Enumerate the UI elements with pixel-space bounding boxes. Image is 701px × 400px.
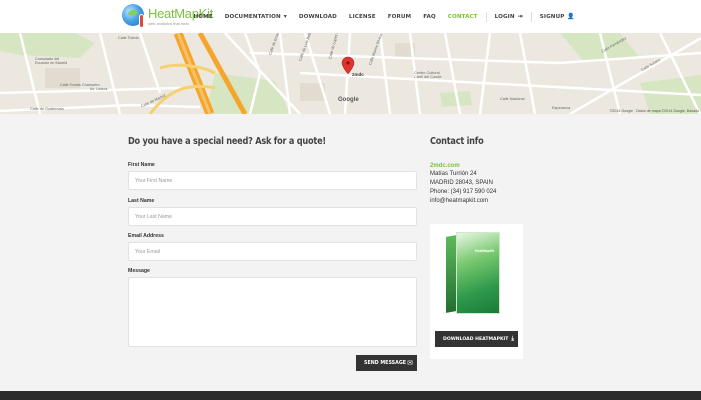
last-name-label: Last Name (128, 198, 155, 204)
email-field[interactable] (128, 242, 417, 261)
nav-license[interactable]: LICENSE (343, 0, 382, 33)
box-front: HeatMapKit (456, 232, 500, 314)
site-header: HeatMapKit web analytics that heat HOME … (0, 0, 701, 33)
site-footer (0, 391, 701, 400)
address-line-2: MADRID 28043, SPAIN (430, 180, 493, 186)
address-line-1: Matías Turrión 24 (430, 171, 477, 177)
nav-forum[interactable]: FORUM (382, 0, 418, 33)
contact-email[interactable]: info@heatmapkit.com (430, 198, 488, 204)
logo-tagline: web analytics that heat (148, 21, 189, 26)
nav-contact[interactable]: CONTACT (442, 0, 484, 33)
last-name-field[interactable] (128, 207, 417, 226)
envelope-icon: ✉ (407, 359, 413, 367)
main-nav: HOME DOCUMENTATION ▾ DOWNLOAD LICENSE FO… (188, 0, 581, 33)
contact-info-title: Contact info (430, 136, 484, 147)
nav-home[interactable]: HOME (188, 0, 219, 33)
nav-login[interactable]: LOGIN ⇥ (489, 0, 529, 33)
product-download-card: HeatMapKit DOWNLOAD HEATMAPKIT ⤓ (430, 224, 523, 359)
nav-signup-label: SIGNUP (539, 13, 565, 20)
thermometer-icon (139, 14, 144, 28)
nav-login-label: LOGIN (494, 13, 515, 20)
login-icon: ⇥ (517, 13, 523, 20)
nav-documentation[interactable]: DOCUMENTATION ▾ (219, 0, 293, 33)
download-heatmapkit-button[interactable]: DOWNLOAD HEATMAPKIT ⤓ (435, 331, 518, 347)
nav-divider (485, 11, 487, 22)
phone-number: Phone: (34) 917 590 024 (430, 189, 497, 195)
message-label: Message (128, 268, 150, 274)
quote-form-title: Do you have a special need? Ask for a qu… (128, 136, 326, 147)
send-message-label: SEND MESSAGE (364, 360, 407, 366)
first-name-field[interactable] (128, 171, 417, 190)
map-canvas (0, 33, 701, 114)
user-icon: 👤 (567, 13, 575, 20)
first-name-label: First Name (128, 162, 155, 168)
send-message-button[interactable]: SEND MESSAGE ✉ (356, 355, 417, 371)
map-marker-label: 2mdc (352, 72, 364, 77)
box-label: HeatMapKit (475, 249, 495, 253)
location-map[interactable]: Calle Toledo Calle de Ernesto Fernández … (0, 33, 701, 114)
nav-signup[interactable]: SIGNUP 👤 (534, 0, 581, 33)
chevron-down-icon: ▾ (283, 13, 287, 20)
nav-download[interactable]: DOWNLOAD (293, 0, 343, 33)
download-icon: ⤓ (511, 335, 514, 342)
download-label: DOWNLOAD HEATMAPKIT (443, 336, 509, 342)
product-box-image: HeatMapKit (446, 232, 500, 316)
nav-faq[interactable]: FAQ (417, 0, 442, 33)
nav-divider (530, 11, 532, 22)
map-copyright: ©2014 Google · Datos de mapa ©2014 Googl… (609, 109, 699, 113)
box-side (446, 235, 456, 313)
message-textarea[interactable] (128, 277, 417, 347)
email-label: Email Address (128, 233, 164, 239)
nav-documentation-label: DOCUMENTATION (224, 13, 281, 20)
company-link[interactable]: 2mdc.com (430, 163, 460, 169)
